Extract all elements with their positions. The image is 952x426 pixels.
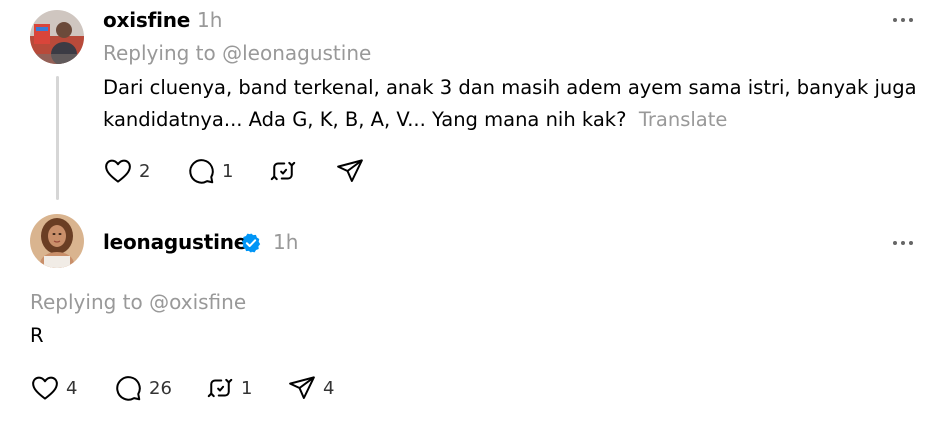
repost-button[interactable]: 1 <box>205 373 252 403</box>
speech-bubble-icon <box>116 376 141 401</box>
paper-plane-icon <box>289 376 315 399</box>
heart-icon <box>32 376 58 400</box>
heart-icon <box>105 159 131 183</box>
thread-connector-line <box>56 76 59 200</box>
post-text: Dari cluenya, band terkenal, anak 3 dan … <box>103 72 917 136</box>
repost-count: 1 <box>241 377 253 399</box>
post-text: R <box>30 324 44 347</box>
repost-icon <box>270 161 296 181</box>
post-timestamp[interactable]: 1h <box>197 8 222 32</box>
share-button[interactable]: 4 <box>287 373 334 403</box>
repost-button[interactable] <box>268 156 298 186</box>
like-count: 2 <box>139 160 151 182</box>
post-text-line: kandidatnya... Ada G, K, B, A, V... Yang… <box>103 104 917 136</box>
more-horizontal-icon[interactable] <box>890 235 916 251</box>
like-count: 4 <box>66 377 78 399</box>
share-count: 4 <box>323 377 335 399</box>
avatar-oxisfine[interactable] <box>30 10 84 64</box>
paper-plane-icon <box>337 159 363 182</box>
comment-count: 26 <box>149 377 172 399</box>
speech-bubble-icon <box>189 159 214 184</box>
replying-to-label[interactable]: Replying to @oxisfine <box>30 290 246 314</box>
comment-count: 1 <box>222 160 234 182</box>
share-button[interactable] <box>335 156 365 186</box>
post-timestamp[interactable]: 1h <box>273 230 298 254</box>
like-button[interactable]: 4 <box>30 373 77 403</box>
more-horizontal-icon[interactable] <box>890 12 916 28</box>
comment-button[interactable]: 1 <box>186 156 233 186</box>
post-text-line: Dari cluenya, band terkenal, anak 3 dan … <box>103 76 917 99</box>
avatar-leonagustine[interactable] <box>30 214 84 268</box>
post-text-line-content: kandidatnya... Ada G, K, B, A, V... Yang… <box>103 108 627 131</box>
post-username[interactable]: oxisfine <box>103 8 190 32</box>
translate-link[interactable]: Translate <box>639 108 728 131</box>
repost-icon <box>207 378 233 398</box>
comment-button[interactable]: 26 <box>113 373 172 403</box>
like-button[interactable]: 2 <box>103 156 150 186</box>
replying-to-label[interactable]: Replying to @leonagustine <box>103 41 371 65</box>
post-username[interactable]: leonagustine <box>103 230 247 254</box>
verified-badge-icon <box>240 232 262 254</box>
